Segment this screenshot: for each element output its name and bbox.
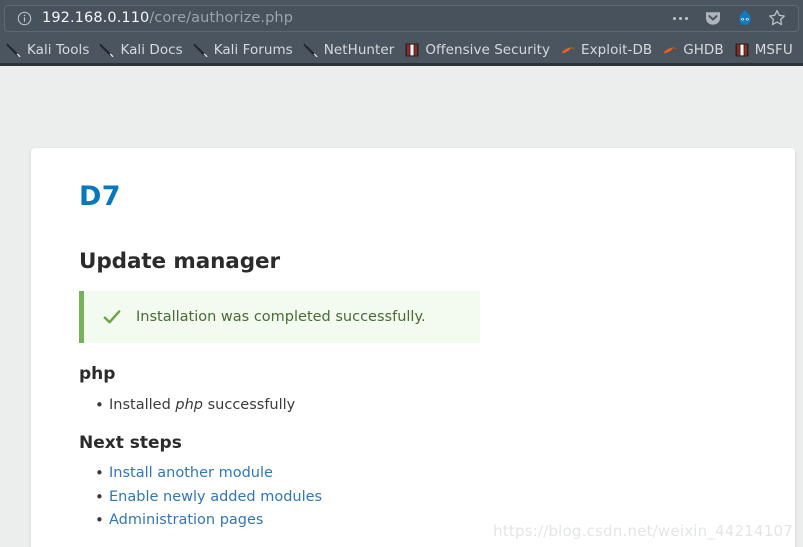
bookmark-label: Kali Forums — [213, 41, 293, 58]
offsec-book-icon — [404, 42, 420, 58]
bookmarks-toolbar: Kali Tools Kali Docs Kali Forums NetHunt… — [0, 36, 803, 66]
site-name: D7 — [79, 181, 121, 212]
link-enable-newly-added-modules[interactable]: Enable newly added modules — [109, 489, 322, 505]
link-administration-pages[interactable]: Administration pages — [109, 512, 263, 528]
bookmark-label: NetHunter — [323, 41, 395, 58]
watermark: https://blog.csdn.net/weixin_44214107 — [493, 522, 793, 540]
url-text[interactable]: 192.168.0.110/core/authorize.php — [42, 10, 293, 26]
module-result-list: Installed php successfully — [79, 393, 747, 417]
bookmark-msfu[interactable]: MSFU — [730, 39, 799, 61]
browser-chrome: 192.168.0.110/core/authorize.php Kali To… — [0, 0, 803, 66]
bookmark-kali-tools[interactable]: Kali Tools — [2, 39, 95, 61]
msfu-book-icon — [734, 42, 750, 58]
bookmark-ghdb[interactable]: GHDB — [658, 39, 729, 61]
status-message-text: Installation was completed successfully. — [136, 308, 426, 325]
kali-dragon-icon — [193, 42, 209, 58]
info-circle-icon[interactable] — [17, 11, 32, 26]
bookmark-label: Kali Docs — [120, 41, 183, 58]
list-item: Installed php successfully — [95, 393, 747, 417]
check-mark-icon — [102, 307, 122, 327]
url-path: /core/authorize.php — [149, 10, 294, 26]
bookmark-label: Offensive Security — [425, 41, 551, 58]
status-message-success: Installation was completed successfully. — [79, 291, 480, 344]
star-icon[interactable] — [767, 9, 786, 28]
pocket-icon[interactable] — [703, 9, 722, 28]
bookmark-label: Kali Tools — [27, 41, 90, 58]
exploitdb-flame-icon — [560, 42, 576, 58]
page-title: Update manager — [79, 248, 280, 274]
drupal-droplet-icon[interactable] — [735, 9, 754, 28]
bookmark-label: MSFU — [754, 41, 793, 58]
list-item: Enable newly added modules — [95, 485, 747, 510]
install-result-prefix: Installed — [109, 396, 176, 413]
bookmark-kali-forums[interactable]: Kali Forums — [189, 39, 299, 61]
install-result-suffix: successfully — [203, 396, 296, 413]
kali-dragon-icon — [99, 42, 115, 58]
url-bar-actions — [671, 9, 792, 28]
content-card-inner: D7 Update manager Installation was compl… — [31, 148, 795, 533]
bookmark-nethunter[interactable]: NetHunter — [299, 39, 401, 61]
address-bar[interactable]: 192.168.0.110/core/authorize.php — [4, 4, 799, 32]
bookmark-offensive-security[interactable]: Offensive Security — [400, 39, 556, 61]
kali-dragon-icon — [6, 42, 22, 58]
bookmark-exploit-db[interactable]: Exploit-DB — [556, 39, 658, 61]
install-result-module: php — [175, 396, 203, 413]
list-item: Install another module — [95, 461, 747, 486]
bookmark-kali-docs[interactable]: Kali Docs — [95, 39, 188, 61]
page-viewport: D7 Update manager Installation was compl… — [0, 66, 803, 547]
bookmark-label: GHDB — [683, 41, 724, 58]
module-section-heading: php — [79, 364, 116, 385]
url-host: 192.168.0.110 — [42, 10, 150, 26]
ellipsis-icon[interactable] — [671, 9, 690, 28]
url-bar-row: 192.168.0.110/core/authorize.php — [0, 0, 803, 36]
bookmark-label: Exploit-DB — [581, 41, 653, 58]
link-install-another-module[interactable]: Install another module — [109, 465, 273, 481]
next-steps-heading: Next steps — [79, 432, 182, 453]
ghdb-flame-icon — [662, 42, 678, 58]
content-card: D7 Update manager Installation was compl… — [31, 148, 795, 547]
kali-dragon-icon — [303, 42, 319, 58]
